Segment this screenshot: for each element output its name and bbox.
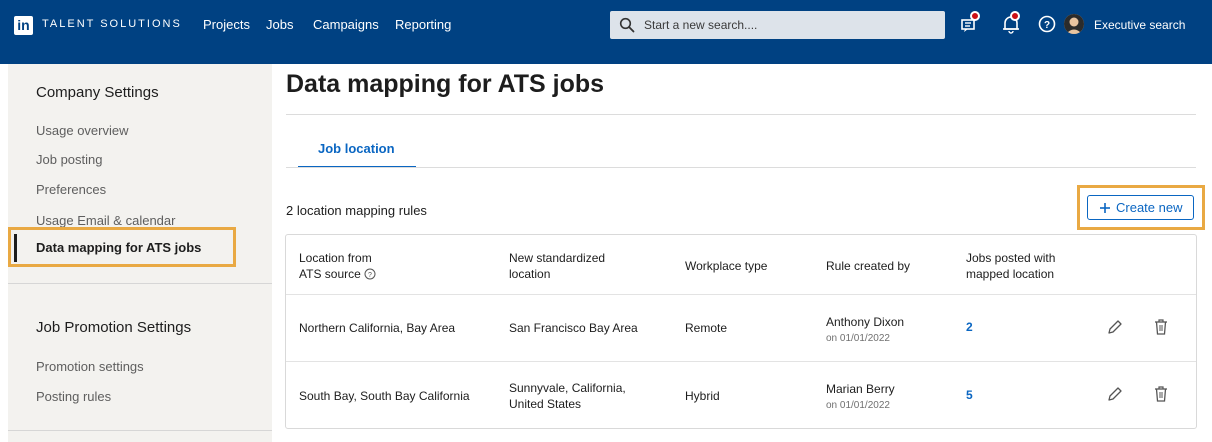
header-text: New standardized	[509, 251, 606, 265]
header-text: Jobs posted with	[966, 251, 1056, 265]
pencil-icon[interactable]	[1106, 385, 1124, 403]
header-text: Location from	[299, 251, 372, 265]
settings-sidebar: Company Settings Usage overview Job post…	[8, 64, 272, 442]
sidebar-item-job-posting[interactable]: Job posting	[36, 152, 103, 167]
brand-name: TALENT SOLUTIONS	[42, 18, 182, 30]
row-divider	[286, 361, 1196, 362]
cell-source: South Bay, South Bay California	[299, 389, 470, 403]
rule-count: 2 location mapping rules	[286, 203, 427, 218]
cell-standardized: San Francisco Bay Area	[509, 321, 638, 335]
nav-projects[interactable]: Projects	[203, 17, 250, 32]
tab-job-location[interactable]: Job location	[298, 128, 416, 168]
nav-reporting[interactable]: Reporting	[395, 17, 451, 32]
cell-creator: Anthony Dixon on 01/01/2022	[826, 314, 904, 347]
trash-icon[interactable]	[1152, 385, 1170, 403]
pencil-icon[interactable]	[1106, 318, 1124, 336]
sidebar-item-data-mapping[interactable]: Data mapping for ATS jobs	[8, 227, 236, 267]
column-header-jobs-posted: Jobs posted with mapped location	[966, 250, 1055, 282]
column-header-source: Location from ATS source ?	[299, 250, 376, 282]
help-icon[interactable]: ?	[1036, 13, 1058, 35]
sidebar-item-posting-rules[interactable]: Posting rules	[36, 389, 111, 404]
avatar-image	[1064, 14, 1084, 34]
sidebar-item-promotion-settings[interactable]: Promotion settings	[36, 359, 144, 374]
avatar[interactable]	[1064, 14, 1084, 34]
active-indicator	[14, 234, 17, 262]
create-new-label: Create new	[1116, 200, 1183, 215]
row-divider	[286, 294, 1196, 295]
user-name[interactable]: Executive search	[1094, 18, 1185, 32]
sidebar-divider	[8, 283, 272, 284]
created-date: on 01/01/2022	[826, 333, 890, 344]
location-line: Sunnyvale, California,	[509, 381, 626, 395]
search-input[interactable]: Start a new search....	[610, 11, 945, 39]
column-header-standardized: New standardized location	[509, 250, 605, 282]
job-promotion-settings-heading: Job Promotion Settings	[36, 319, 192, 336]
cell-creator: Marian Berry on 01/01/2022	[826, 381, 895, 414]
creator-name: Anthony Dixon	[826, 315, 905, 329]
column-header-workplace-type: Workplace type	[685, 259, 768, 273]
search-icon	[619, 17, 635, 33]
plus-icon	[1100, 203, 1110, 213]
nav-jobs[interactable]: Jobs	[266, 17, 293, 32]
sidebar-item-preferences[interactable]: Preferences	[36, 182, 106, 197]
cell-standardized: Sunnyvale, California, United States	[509, 380, 626, 412]
top-navigation-bar: in TALENT SOLUTIONS Projects Jobs Campai…	[0, 0, 1212, 64]
location-line: United States	[509, 397, 582, 411]
cell-source: Northern California, Bay Area	[299, 321, 456, 335]
search-placeholder: Start a new search....	[644, 18, 758, 32]
page-title: Data mapping for ATS jobs	[286, 70, 605, 98]
tab-label: Job location	[318, 141, 395, 156]
create-new-button[interactable]: Create new	[1087, 195, 1194, 220]
tab-divider	[286, 167, 1196, 168]
create-new-highlight: Create new	[1077, 185, 1205, 230]
help-circle-icon[interactable]: ?	[364, 268, 376, 280]
cell-workplace: Hybrid	[685, 389, 720, 403]
company-settings-heading: Company Settings	[36, 84, 159, 101]
bell-notification-badge	[1010, 11, 1020, 21]
title-divider	[286, 114, 1196, 115]
creator-name: Marian Berry	[826, 382, 895, 396]
cell-workplace: Remote	[685, 321, 728, 335]
sidebar-item-usage-email-calendar[interactable]: Usage Email & calendar	[36, 213, 175, 228]
header-text: location	[509, 267, 551, 281]
header-text: ATS source	[299, 267, 361, 281]
messages-notification-badge	[970, 11, 980, 21]
svg-text:?: ?	[368, 272, 372, 279]
header-text: mapped location	[966, 267, 1055, 281]
jobs-count-link[interactable]: 2	[966, 320, 973, 334]
created-date: on 01/01/2022	[826, 400, 890, 411]
linkedin-logo[interactable]: in	[14, 16, 33, 35]
sidebar-divider	[8, 430, 272, 431]
jobs-count-link[interactable]: 5	[966, 388, 973, 402]
location-mapping-table: Location from ATS source ? New standardi…	[285, 234, 1197, 429]
svg-text:?: ?	[1044, 20, 1050, 31]
trash-icon[interactable]	[1152, 318, 1170, 336]
column-header-created-by: Rule created by	[826, 259, 911, 273]
nav-campaigns[interactable]: Campaigns	[313, 17, 379, 32]
sidebar-item-usage-overview[interactable]: Usage overview	[36, 123, 129, 138]
sidebar-item-label: Data mapping for ATS jobs	[36, 240, 202, 255]
